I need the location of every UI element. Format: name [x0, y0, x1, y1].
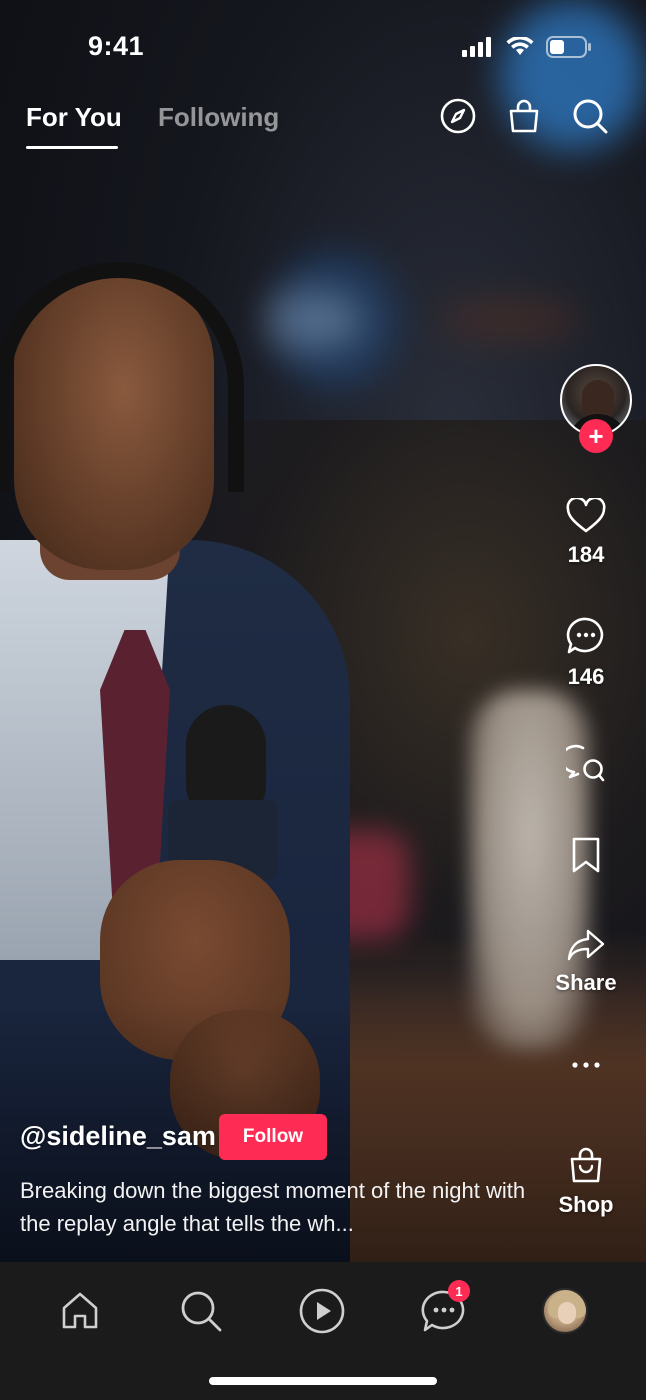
search-icon[interactable]	[570, 96, 610, 136]
creator-avatar-group[interactable]: +	[526, 360, 646, 460]
like-count: 184	[567, 542, 605, 567]
tab-for-you[interactable]: For You	[26, 102, 122, 133]
follow-button[interactable]: Follow	[219, 1114, 327, 1160]
quote-button[interactable]	[526, 744, 646, 784]
shop-button[interactable]: Shop	[526, 1146, 646, 1218]
comment-icon[interactable]	[566, 616, 606, 656]
compass-icon[interactable]	[438, 96, 478, 136]
shop-bag-icon[interactable]	[567, 1146, 605, 1184]
comment-button[interactable]: 146	[526, 616, 646, 690]
quote-comment-icon[interactable]	[566, 744, 606, 784]
home-icon[interactable]	[55, 1286, 105, 1336]
follow-plus-button[interactable]: +	[579, 419, 613, 453]
status-bar: 9:41	[0, 0, 646, 96]
status-icons	[462, 36, 592, 58]
shop-label: Shop	[558, 1192, 614, 1217]
inbox-icon[interactable]: 1	[419, 1280, 470, 1336]
share-button[interactable]: Share	[526, 928, 646, 996]
profile-avatar[interactable]	[540, 1286, 590, 1336]
shopping-bag-icon[interactable]	[504, 96, 544, 136]
share-label: Share	[555, 970, 617, 995]
top-nav: For You Following	[0, 96, 646, 156]
play-icon[interactable]	[297, 1286, 347, 1336]
creator-username[interactable]: @sideline_sam	[20, 1121, 216, 1152]
share-arrow-icon[interactable]	[566, 928, 606, 962]
post-caption[interactable]: Breaking down the biggest moment of the …	[20, 1174, 540, 1240]
nav-search-icon[interactable]	[176, 1286, 226, 1336]
cellular-signal-icon	[462, 37, 491, 57]
battery-icon	[546, 36, 591, 58]
wifi-icon	[506, 37, 534, 55]
home-indicator[interactable]	[209, 1377, 437, 1385]
heart-icon[interactable]	[566, 498, 606, 534]
more-options-button[interactable]	[526, 1060, 646, 1070]
tab-following[interactable]: Following	[158, 102, 279, 133]
bookmark-button[interactable]	[526, 836, 646, 874]
more-dots-icon[interactable]	[571, 1060, 601, 1070]
bookmark-icon[interactable]	[569, 836, 603, 874]
comment-count: 146	[567, 664, 605, 689]
inbox-badge: 1	[448, 1280, 470, 1302]
active-tab-indicator	[26, 146, 118, 149]
status-time: 9:41	[88, 31, 145, 61]
like-button[interactable]: 184	[526, 498, 646, 568]
